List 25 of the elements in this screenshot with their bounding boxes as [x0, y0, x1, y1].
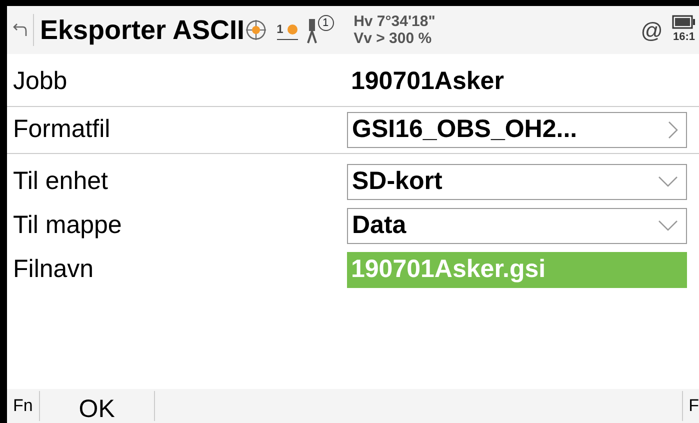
field-label: Til mappe [12, 210, 123, 242]
field-label: Jobb [12, 66, 68, 98]
vertical-reading: Vv > 300 % [354, 30, 433, 48]
clock-time: 16:1 [672, 30, 696, 45]
dropdown[interactable]: Data [347, 208, 687, 244]
fn-key[interactable]: Fn [7, 391, 40, 421]
fn-key[interactable]: F [682, 391, 699, 421]
chevron-down-icon [658, 176, 678, 188]
chevron-right-icon [668, 121, 678, 139]
battery-icon [672, 14, 696, 29]
field-label: Til enhet [12, 166, 109, 198]
back-icon[interactable] [13, 22, 27, 38]
list-selector[interactable]: GSI16_OBS_OH2... [347, 112, 687, 148]
instrument-number: 1 [318, 15, 334, 31]
field-label: Formatfil [12, 114, 112, 146]
hz-angle: Hv 7°34'18" [354, 12, 436, 30]
chevron-down-icon [658, 220, 678, 232]
field-value: 190701Asker [350, 66, 505, 98]
crosshair-icon [244, 19, 267, 41]
screen-title: Eksporter ASCII [40, 14, 245, 47]
dropdown[interactable]: SD-kort [347, 164, 687, 200]
connection-indicator: @ [640, 16, 663, 44]
ok-button[interactable]: OK [40, 391, 155, 421]
prism-indicator: 1 [276, 20, 298, 40]
field-label: Filnavn [12, 254, 95, 286]
